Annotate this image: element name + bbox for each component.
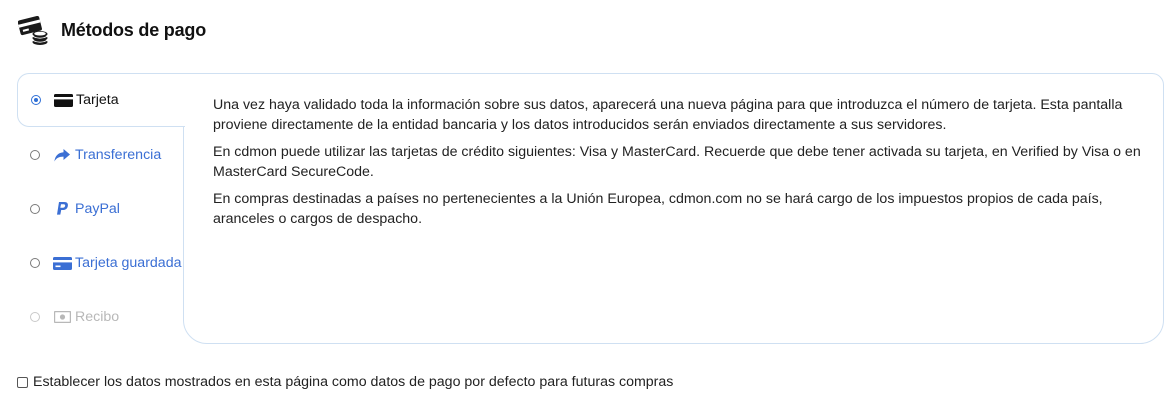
tarjeta-radio[interactable]: [31, 95, 41, 105]
paypal-icon: [52, 202, 72, 216]
default-payment-option[interactable]: Establecer los datos mostrados en esta p…: [17, 374, 673, 390]
description-paragraph: Una vez haya validado toda la informació…: [213, 97, 1123, 133]
page-title: Métodos de pago: [61, 19, 206, 40]
description-paragraph: En compras destinadas a países no perten…: [213, 191, 1103, 227]
tab-label: Recibo: [75, 309, 120, 325]
payment-description: Una vez haya validado toda la informació…: [213, 95, 1143, 236]
share-arrow-icon: [52, 148, 72, 162]
section-header: Métodos de pago: [17, 14, 206, 46]
default-payment-checkbox[interactable]: [17, 376, 28, 388]
default-payment-label[interactable]: Establecer los datos mostrados en esta p…: [33, 374, 673, 390]
tab-label: Tarjeta guardada: [75, 255, 182, 271]
tab-tarjeta[interactable]: Tarjeta: [17, 73, 187, 127]
description-paragraph: En cdmon puede utilizar las tarjetas de …: [213, 144, 1141, 180]
tab-label: PayPal: [75, 201, 120, 217]
transferencia-radio[interactable]: [30, 150, 40, 160]
payment-details-panel: Una vez haya validado toda la informació…: [183, 73, 1164, 344]
tab-label: Tarjeta: [76, 92, 119, 108]
recibo-radio: [30, 312, 40, 322]
saved-card-icon: [52, 256, 72, 270]
money-bill-icon: [52, 310, 72, 324]
card-coins-icon: [17, 14, 50, 46]
paypal-radio[interactable]: [30, 204, 40, 214]
credit-card-icon: [53, 93, 73, 107]
tab-tarjeta-guardada[interactable]: Tarjeta guardada: [17, 236, 186, 290]
tab-paypal[interactable]: PayPal: [17, 182, 186, 236]
tarjeta-guardada-radio[interactable]: [30, 258, 40, 268]
tab-label: Transferencia: [75, 147, 162, 163]
tab-transferencia[interactable]: Transferencia: [17, 128, 186, 182]
tab-recibo: Recibo: [17, 290, 186, 344]
